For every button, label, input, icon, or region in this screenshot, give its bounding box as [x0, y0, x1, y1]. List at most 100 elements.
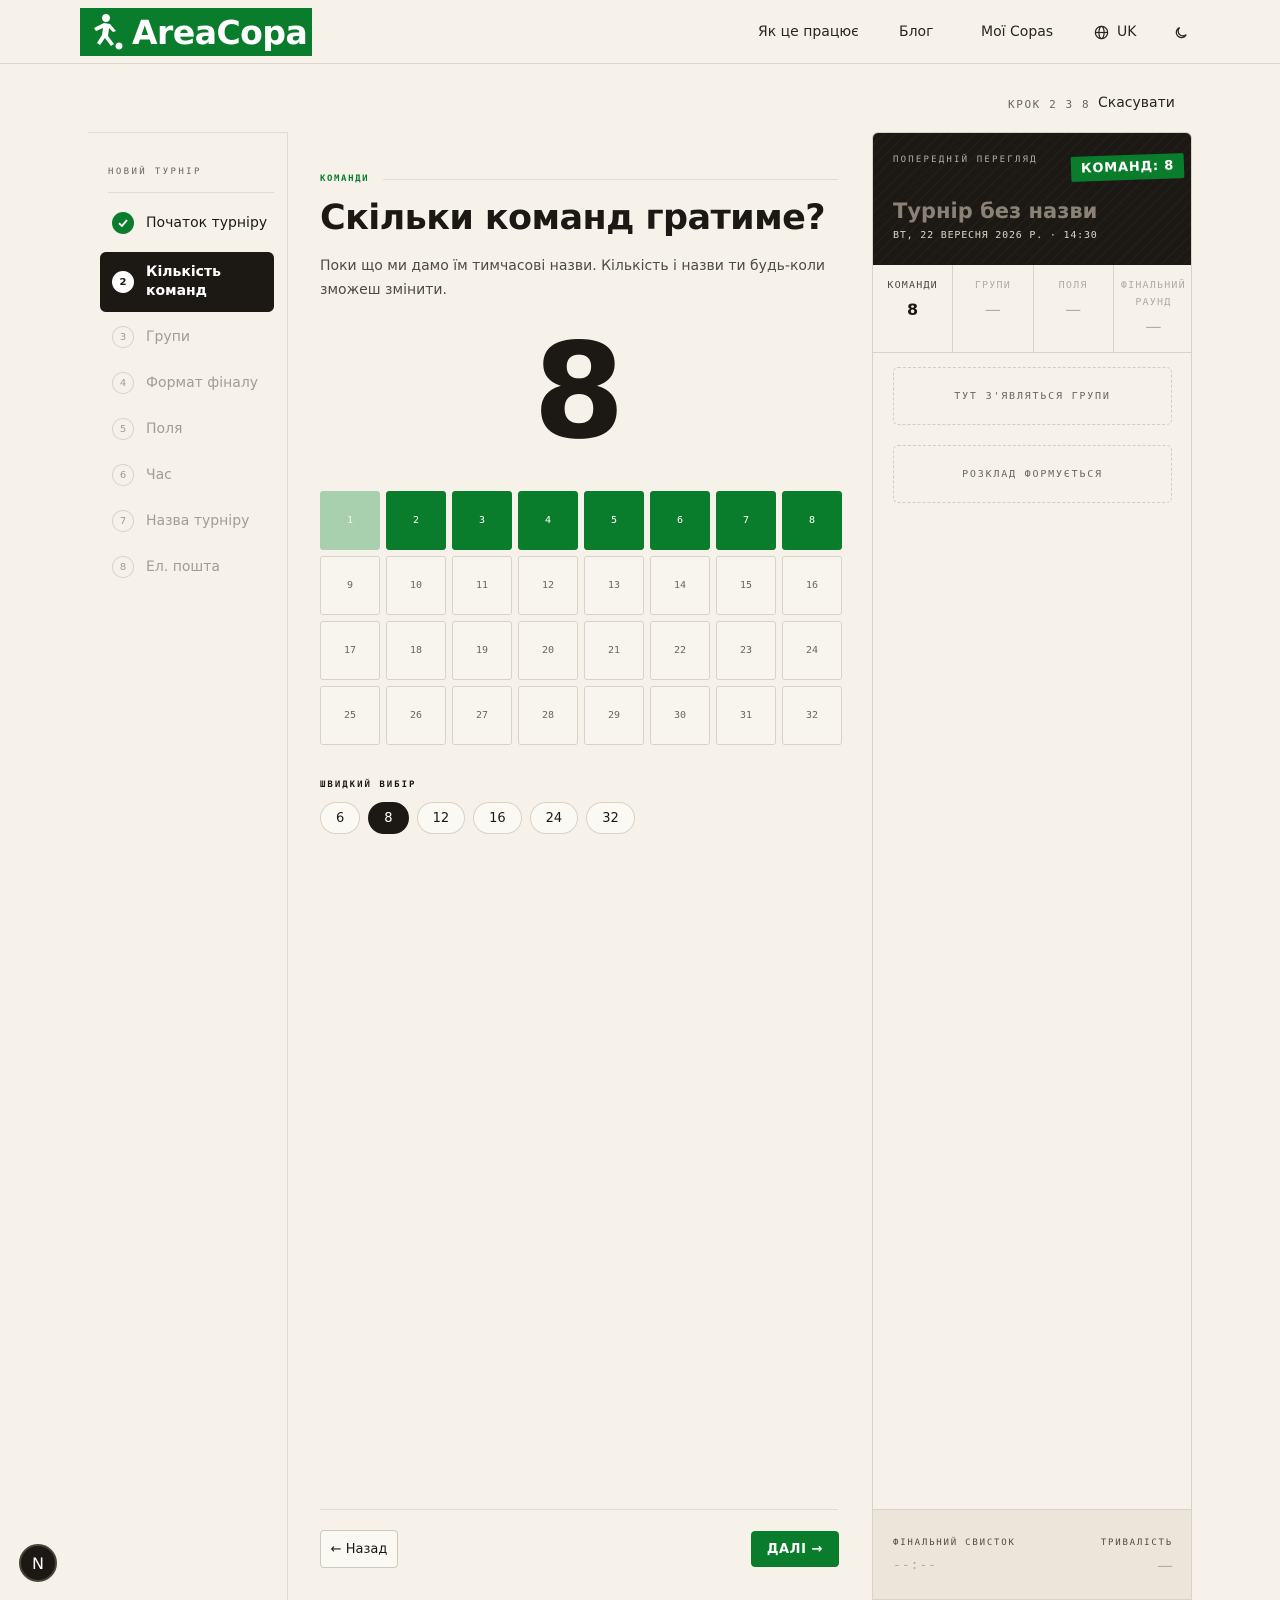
step-counter: КРОК 2 З 8	[1008, 98, 1091, 111]
team-count-badge: КОМАНД: 8	[1070, 153, 1185, 182]
footer-divider	[320, 1509, 838, 1510]
dev-tools-badge[interactable]: N	[19, 1544, 57, 1582]
nav-my-copas[interactable]: Мої Copas	[981, 0, 1053, 64]
preview-footer: ФІНАЛЬНИЙ СВИСТОК --:-- ТРИВАЛІСТЬ —	[873, 1509, 1191, 1599]
stat-label: ФІНАЛЬНИЙ РАУНД	[1120, 280, 1186, 308]
final-whistle-label: ФІНАЛЬНИЙ СВИСТОК	[893, 1538, 1016, 1548]
team-count-cell[interactable]: 13	[584, 556, 644, 615]
team-count-cell[interactable]: 5	[584, 491, 644, 550]
sidebar-step-fields[interactable]: 5 Поля	[100, 415, 274, 443]
team-count-cell[interactable]: 28	[518, 686, 578, 745]
sidebar-step-team-count[interactable]: 2 Кількість команд	[100, 252, 274, 312]
sidebar-step-tournament-name[interactable]: 7 Назва турніру	[100, 507, 274, 535]
sidebar-step-label: Початок турніру	[146, 215, 268, 231]
quick-select-chip[interactable]: 24	[529, 802, 579, 834]
team-count-cell[interactable]: 32	[782, 686, 842, 745]
team-count-cell[interactable]: 3	[452, 491, 512, 550]
quick-select-chip[interactable]: 32	[586, 802, 635, 834]
team-count-grid: 1 2 3 4 5 6 7 8 9 10 11 12 13 14 15 16 17 18 19 20 21 22 23 24 2…	[320, 491, 842, 745]
next-button[interactable]: ДАЛІ →	[751, 1531, 839, 1567]
areacopa-logo[interactable]: AreaCopa	[80, 8, 312, 56]
stat-label: ПОЛЯ	[1058, 280, 1088, 291]
team-count-cell[interactable]: 31	[716, 686, 776, 745]
groups-placeholder: ТУТ З'ЯВЛЯТЬСЯ ГРУПИ	[893, 367, 1172, 425]
team-count-cell[interactable]: 4	[518, 491, 578, 550]
step-number: 6	[112, 464, 134, 486]
team-count-cell[interactable]: 18	[386, 621, 446, 680]
team-count-cell[interactable]: 11	[452, 556, 512, 615]
team-count-cell[interactable]: 27	[452, 686, 512, 745]
team-count-cell[interactable]: 12	[518, 556, 578, 615]
sidebar-step-email[interactable]: 8 Ел. пошта	[100, 553, 274, 581]
preview-stats: КОМАНДИ 8 ГРУПИ — ПОЛЯ — ФІНАЛЬНИЙ РАУНД…	[873, 265, 1191, 353]
sidebar-step-label: Кількість команд	[146, 264, 221, 299]
wizard-sidebar: НОВИЙ ТУРНІР Початок турніру 2 Кількість…	[88, 132, 288, 1600]
sidebar-step-groups[interactable]: 3 Групи	[100, 323, 274, 351]
step-number: 7	[112, 510, 134, 532]
back-button[interactable]: ← Назад	[320, 1530, 398, 1568]
sidebar-divider	[108, 192, 274, 193]
final-whistle-value: --:--	[893, 1558, 938, 1573]
language-code: UK	[1117, 24, 1137, 40]
team-count-cell[interactable]: 7	[716, 491, 776, 550]
step-number: 5	[112, 418, 134, 440]
team-count-cell[interactable]: 29	[584, 686, 644, 745]
stat-label: КОМАНДИ	[887, 280, 938, 291]
schedule-placeholder: РОЗКЛАД ФОРМУЄТЬСЯ	[893, 445, 1172, 503]
team-count-cell[interactable]: 24	[782, 621, 842, 680]
team-count-cell[interactable]: 17	[320, 621, 380, 680]
theme-toggle[interactable]	[1174, 0, 1189, 64]
team-count-cell[interactable]: 23	[716, 621, 776, 680]
team-count-cell[interactable]: 1	[320, 491, 380, 550]
stat-value: —	[984, 300, 1001, 319]
team-count-cell[interactable]: 22	[650, 621, 710, 680]
top-navigation-bar: AreaCopa Як це працює Блог Мої Copas UK	[0, 0, 1280, 64]
stat-value: 8	[907, 300, 919, 319]
duration-label: ТРИВАЛІСТЬ	[1100, 1538, 1173, 1548]
team-count-cell[interactable]: 26	[386, 686, 446, 745]
team-count-cell[interactable]: 9	[320, 556, 380, 615]
check-icon	[112, 212, 134, 234]
globe-icon	[1094, 25, 1109, 39]
nav-how-it-works[interactable]: Як це працює	[758, 0, 859, 64]
team-count-cell[interactable]: 14	[650, 556, 710, 615]
stat-teams: КОМАНДИ 8	[873, 265, 954, 352]
page-subtitle: Поки що ми дамо їм тимчасові назви. Кіль…	[320, 258, 826, 298]
team-count-cell[interactable]: 20	[518, 621, 578, 680]
stat-final-round: ФІНАЛЬНИЙ РАУНД —	[1114, 265, 1191, 352]
team-count-cell[interactable]: 2	[386, 491, 446, 550]
quick-select-chip[interactable]: 12	[416, 802, 466, 834]
preview-tournament-name: Турнір без назви	[893, 199, 1098, 223]
team-count-cell[interactable]: 30	[650, 686, 710, 745]
sidebar-step-time[interactable]: 6 Час	[100, 461, 274, 489]
team-count-cell[interactable]: 21	[584, 621, 644, 680]
sidebar-step-label: Ел. пошта	[146, 559, 220, 575]
quick-select-chip[interactable]: 6	[320, 802, 361, 834]
team-count-cell[interactable]: 19	[452, 621, 512, 680]
nav-blog[interactable]: Блог	[899, 0, 933, 64]
step-number: 8	[112, 556, 134, 578]
quick-select-label: ШВИДКИЙ ВИБІР	[320, 780, 417, 790]
soccer-player-icon	[94, 14, 123, 50]
team-count-cell[interactable]: 6	[650, 491, 710, 550]
moon-icon	[1175, 26, 1187, 38]
team-count-cell[interactable]: 8	[782, 491, 842, 550]
sidebar-step-label: Групи	[146, 329, 190, 345]
team-count-cell[interactable]: 16	[782, 556, 842, 615]
team-count-display: 8	[533, 315, 625, 469]
cancel-link[interactable]: Скасувати	[1098, 95, 1175, 111]
preview-date: ВТ, 22 ВЕРЕСНЯ 2026 Р. · 14:30	[893, 230, 1098, 241]
sidebar-heading: НОВИЙ ТУРНІР	[108, 167, 202, 177]
sidebar-step-label: Час	[146, 467, 172, 483]
quick-select-chip[interactable]: 8	[368, 802, 409, 834]
sidebar-step-start[interactable]: Початок турніру	[100, 209, 274, 237]
sidebar-step-label: Назва турніру	[146, 513, 250, 529]
sidebar-step-final-format[interactable]: 4 Формат фіналу	[100, 369, 274, 397]
stat-groups: ГРУПИ —	[953, 265, 1034, 352]
eyebrow-label: КОМАНДИ	[320, 174, 370, 184]
language-selector[interactable]: UK	[1094, 0, 1136, 64]
team-count-cell[interactable]: 25	[320, 686, 380, 745]
team-count-cell[interactable]: 15	[716, 556, 776, 615]
quick-select-chip[interactable]: 16	[473, 802, 522, 834]
team-count-cell[interactable]: 10	[386, 556, 446, 615]
